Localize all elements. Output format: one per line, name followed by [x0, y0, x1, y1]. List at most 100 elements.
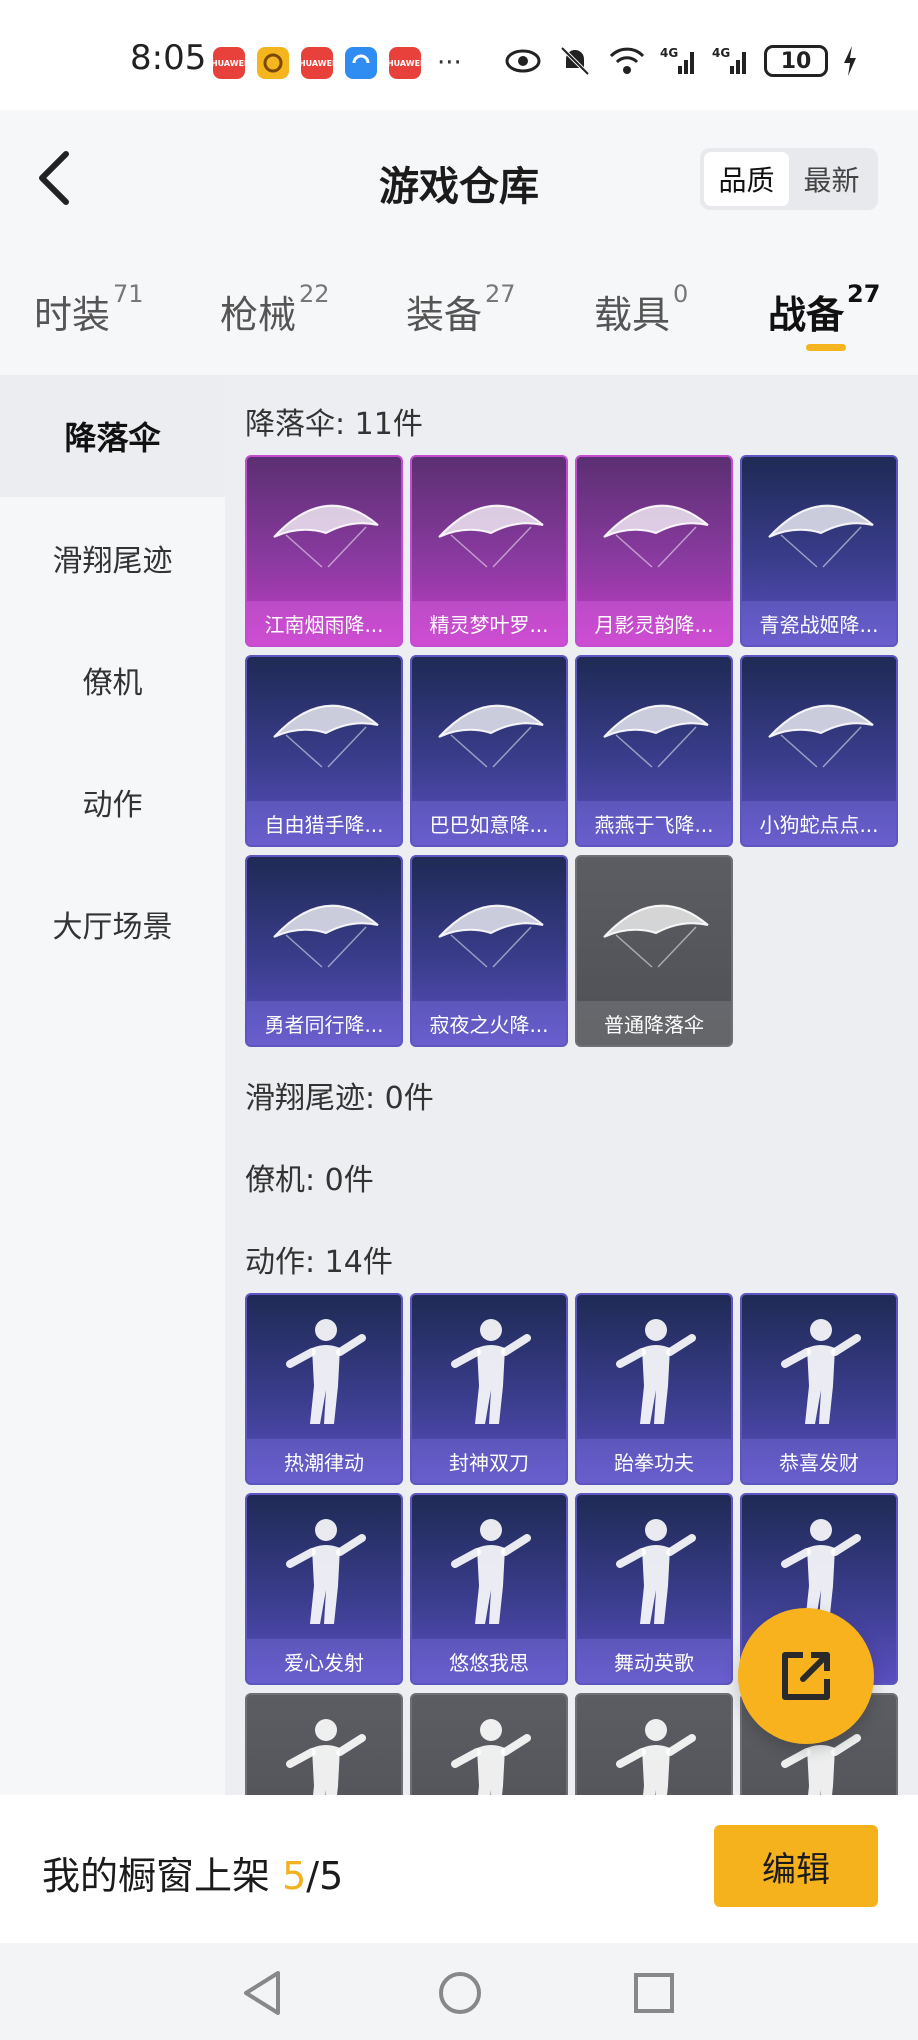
- sidebar-item-glide-trail[interactable]: 滑翔尾迹: [0, 497, 225, 619]
- emote-figure-image: [577, 1495, 731, 1641]
- huawei-appgallery-icon: HUAWEI: [299, 47, 335, 79]
- sidebar-list: 滑翔尾迹 僚机 动作 大厅场景: [0, 497, 225, 1795]
- parachute-card[interactable]: 江南烟雨降...: [245, 455, 403, 647]
- section-title-emote: 动作: 14件: [245, 1245, 393, 1280]
- parachute-card-label: 青瓷战姬降...: [742, 601, 896, 645]
- more-notifications-icon: ···: [437, 48, 462, 78]
- share-button[interactable]: [738, 1608, 874, 1744]
- emote-figure-image: [247, 1495, 401, 1641]
- emote-card[interactable]: [575, 1693, 733, 1795]
- huawei-appgallery-icon: HUAWEI: [211, 47, 247, 79]
- emote-figure-image: [412, 1295, 566, 1441]
- emote-card-label: 跆拳功夫: [577, 1439, 731, 1483]
- parachute-card[interactable]: 月影灵韵降...: [575, 455, 733, 647]
- mute-bell-icon: [560, 46, 590, 76]
- emote-card[interactable]: 舞动英歌: [575, 1493, 733, 1685]
- status-bar: 8:05 HUAWEI HUAWEI HUAWEI ··· 4G 4G 10: [0, 0, 918, 110]
- nav-home-button[interactable]: [432, 1965, 488, 2021]
- triangle-back-icon: [244, 1971, 280, 2015]
- parachute-image: [412, 857, 566, 1003]
- svg-text:4G: 4G: [712, 46, 730, 60]
- tab-outfits[interactable]: 时装 71: [34, 280, 144, 339]
- emote-card[interactable]: 悠悠我思: [410, 1493, 568, 1685]
- parachute-card[interactable]: 勇者同行降...: [245, 855, 403, 1047]
- top-bar: 游戏仓库 品质 最新: [0, 110, 918, 260]
- parachute-card-label: 巴巴如意降...: [412, 801, 566, 845]
- charging-icon: [844, 46, 856, 76]
- parachute-image: [742, 657, 896, 803]
- parachute-image: [247, 457, 401, 603]
- parachute-card-label: 江南烟雨降...: [247, 601, 401, 645]
- wifi-icon: [609, 47, 645, 74]
- parachute-image: [577, 657, 731, 803]
- section-title-glide-trail: 滑翔尾迹: 0件: [245, 1081, 434, 1116]
- emote-card-label: 封神双刀: [412, 1439, 566, 1483]
- emote-figure-image: [742, 1295, 896, 1441]
- nav-back-button[interactable]: [234, 1965, 290, 2021]
- showcase-current-count: 5: [282, 1854, 307, 1898]
- emote-figure-image: [412, 1695, 566, 1795]
- tab-guns[interactable]: 枪械 22: [220, 280, 330, 339]
- emote-card-label: 舞动英歌: [577, 1639, 731, 1683]
- edit-button[interactable]: 编辑: [714, 1825, 878, 1907]
- svg-text:4G: 4G: [660, 46, 678, 60]
- parachute-card-label: 月影灵韵降...: [577, 601, 731, 645]
- emote-figure-image: [412, 1495, 566, 1641]
- emote-card[interactable]: 爱心发射: [245, 1493, 403, 1685]
- emote-card[interactable]: 热潮律动: [245, 1293, 403, 1485]
- square-recents-icon: [634, 1973, 674, 2013]
- section-title-parachute: 降落伞: 11件: [245, 407, 423, 442]
- emote-card-label: 热潮律动: [247, 1439, 401, 1483]
- tab-combat-prep[interactable]: 战备 27: [768, 280, 880, 339]
- parachute-image: [412, 457, 566, 603]
- parachute-card-label: 寂夜之火降...: [412, 1001, 566, 1045]
- emote-card-label: 恭喜发财: [742, 1439, 896, 1483]
- parachute-card[interactable]: 精灵梦叶罗...: [410, 455, 568, 647]
- circle-home-icon: [439, 1972, 481, 2014]
- active-tab-indicator: [806, 344, 846, 351]
- parachute-card[interactable]: 巴巴如意降...: [410, 655, 568, 847]
- nav-recents-button[interactable]: [626, 1965, 682, 2021]
- emote-card[interactable]: 封神双刀: [410, 1293, 568, 1485]
- parachute-card[interactable]: 自由猎手降...: [245, 655, 403, 847]
- tab-equipment[interactable]: 装备 27: [406, 280, 516, 339]
- sidebar-item-parachute[interactable]: 降落伞: [0, 375, 225, 497]
- sort-toggle: 品质 最新: [700, 148, 878, 210]
- emote-card[interactable]: 恭喜发财: [740, 1293, 898, 1485]
- parachute-card-label: 普通降落伞: [577, 1001, 731, 1045]
- huawei-appgallery-icon: HUAWEI: [387, 47, 423, 79]
- parachute-image: [742, 457, 896, 603]
- parachute-card-label: 勇者同行降...: [247, 1001, 401, 1045]
- category-tabs: 时装 71 枪械 22 装备 27 载具 0 战备 27: [0, 260, 918, 375]
- parachute-card[interactable]: 青瓷战姬降...: [740, 455, 898, 647]
- section-title-wingman: 僚机: 0件: [245, 1163, 374, 1198]
- emote-card[interactable]: 跆拳功夫: [575, 1293, 733, 1485]
- game-center-icon: [257, 47, 289, 79]
- parachute-card[interactable]: 小狗蛇点点...: [740, 655, 898, 847]
- emote-card[interactable]: [245, 1693, 403, 1795]
- emote-figure-image: [577, 1695, 731, 1795]
- emote-figure-image: [577, 1295, 731, 1441]
- emote-card[interactable]: [410, 1693, 568, 1795]
- signal-4g-icon: 4G: [712, 46, 746, 74]
- sort-by-quality-button[interactable]: 品质: [704, 152, 789, 206]
- parachute-card[interactable]: 寂夜之火降...: [410, 855, 568, 1047]
- sidebar-item-lobby-scene[interactable]: 大厅场景: [0, 863, 225, 985]
- sidebar-item-wingman[interactable]: 僚机: [0, 619, 225, 741]
- parachute-image: [577, 457, 731, 603]
- tab-vehicles[interactable]: 载具 0: [594, 280, 688, 339]
- status-time: 8:05: [130, 38, 207, 78]
- parachute-card-label: 自由猎手降...: [247, 801, 401, 845]
- inventory-content: 降落伞: 11件 江南烟雨降... 精灵梦叶罗... 月影灵韵降... 青瓷战姬降..…: [225, 375, 918, 1795]
- emote-card-label: 爱心发射: [247, 1639, 401, 1683]
- showcase-total: /5: [306, 1854, 344, 1898]
- status-indicators: 4G 4G 10: [504, 44, 858, 78]
- sidebar-item-emote[interactable]: 动作: [0, 741, 225, 863]
- status-app-icons: HUAWEI HUAWEI HUAWEI ···: [211, 47, 462, 79]
- showcase-label: 我的橱窗上架: [42, 1854, 271, 1898]
- parachute-image: [247, 657, 401, 803]
- showcase-status: 我的橱窗上架 5/5: [42, 1845, 343, 1900]
- parachute-card[interactable]: 普通降落伞: [575, 855, 733, 1047]
- parachute-card[interactable]: 燕燕于飞降...: [575, 655, 733, 847]
- sort-by-newest-button[interactable]: 最新: [789, 152, 874, 206]
